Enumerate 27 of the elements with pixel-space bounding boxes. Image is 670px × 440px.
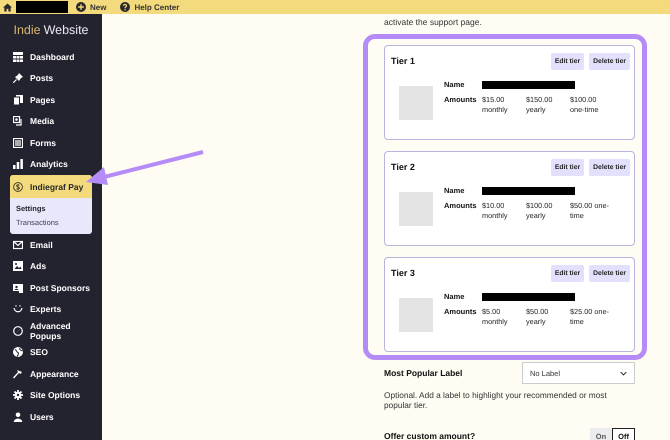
nav-item[interactable]: Appearance: [0, 363, 102, 384]
nav-item[interactable]: SEO: [0, 342, 102, 363]
tier-title: Tier 1: [391, 56, 415, 66]
nav-item[interactable]: Site Options: [0, 384, 102, 406]
tier-title: Tier 2: [391, 162, 415, 172]
tier-title: Tier 3: [391, 268, 415, 278]
nav-item[interactable]: Users: [0, 406, 102, 428]
nav-item[interactable]: Advanced Popups: [0, 320, 102, 342]
nav-item[interactable]: Media: [0, 110, 102, 132]
nav-item[interactable]: Dashboard: [0, 46, 102, 68]
nav-item[interactable]: Indiegraf Pay: [10, 175, 92, 198]
nav-item[interactable]: Post Sponsors: [0, 277, 102, 298]
nav-item[interactable]: Forms: [0, 132, 102, 154]
logo-text: Website: [44, 23, 89, 37]
field-label: Most Popular Label: [384, 368, 462, 378]
nav-item[interactable]: Email: [0, 234, 102, 256]
logo-text: Indie: [13, 23, 41, 37]
field-label: Offer custom amount?: [384, 430, 476, 440]
nav-item[interactable]: Posts: [0, 68, 102, 89]
description-text: activate the support page.: [384, 16, 483, 28]
nav-item[interactable]: Ads: [0, 256, 102, 277]
top-bar-link[interactable]: New: [76, 2, 106, 12]
help-text: Optional. Add a label to highlight your recommended or most popular tier.: [384, 390, 608, 410]
nav-item[interactable]: Pages: [0, 89, 102, 110]
nav-item[interactable]: Analytics: [0, 154, 102, 175]
nav-item[interactable]: Experts: [0, 298, 102, 320]
top-bar-link[interactable]: Help Center: [120, 2, 180, 12]
